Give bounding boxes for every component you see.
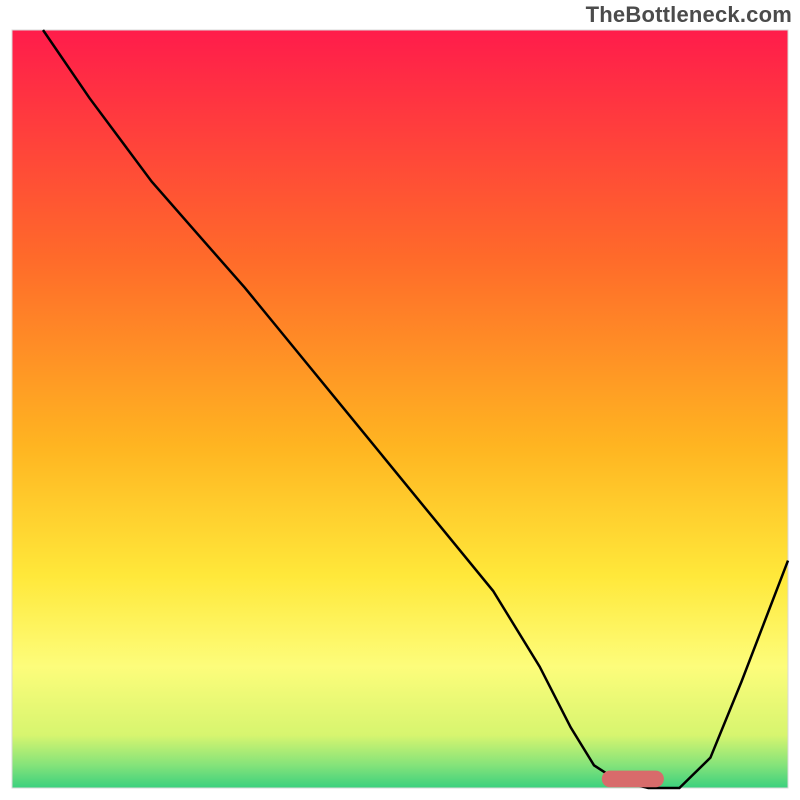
plot-area [12, 30, 788, 788]
bottleneck-plot [0, 0, 800, 800]
optimal-marker [602, 771, 664, 788]
chart-container: TheBottleneck.com [0, 0, 800, 800]
gradient-background [12, 30, 788, 788]
